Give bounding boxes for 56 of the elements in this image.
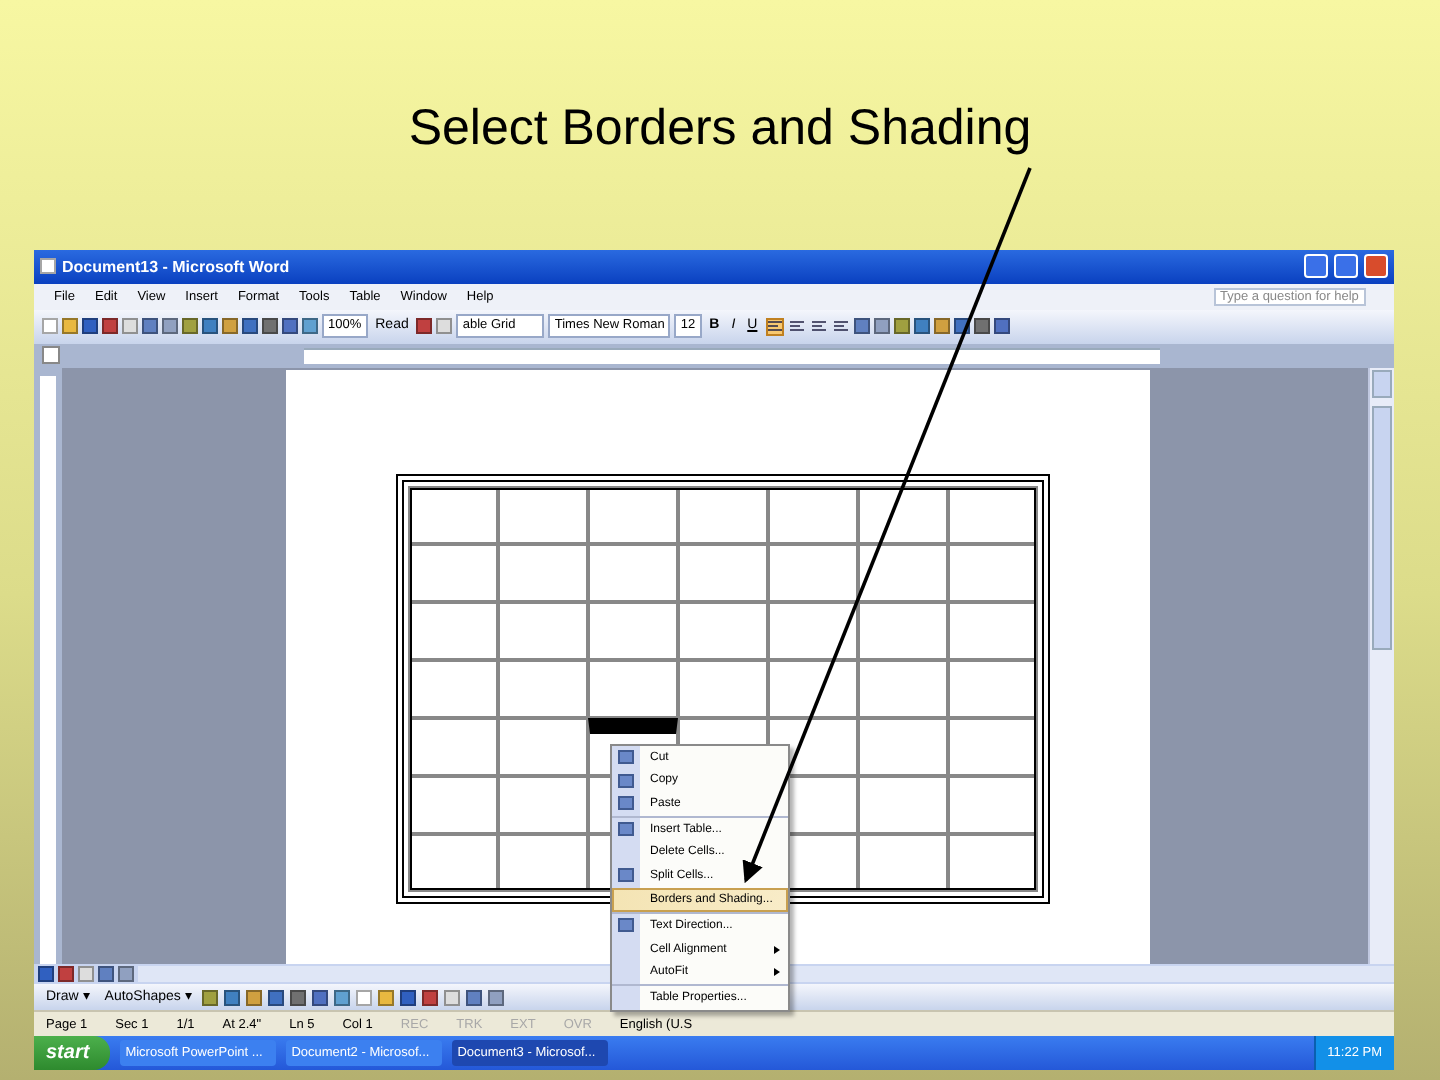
align-button[interactable] [809, 317, 828, 336]
table-cell[interactable] [408, 659, 498, 718]
menu-icon [618, 868, 634, 883]
window-title: Document13 - Microsoft Word [62, 257, 290, 276]
submenu-arrow-icon [774, 945, 780, 954]
table-cell[interactable] [678, 601, 768, 660]
table-cell[interactable] [498, 601, 588, 660]
align-button[interactable] [787, 317, 806, 336]
table-cell[interactable] [588, 543, 678, 602]
table-cell[interactable] [948, 543, 1038, 602]
table-cell[interactable] [768, 601, 858, 660]
table-cell[interactable] [408, 543, 498, 602]
table-cell[interactable] [858, 543, 948, 602]
table-cell[interactable] [948, 775, 1038, 834]
table-cell[interactable] [948, 833, 1038, 892]
table-cell[interactable] [948, 659, 1038, 718]
table-cell[interactable] [498, 659, 588, 718]
table-cell[interactable] [858, 485, 948, 544]
table-cell[interactable] [408, 485, 498, 544]
table-cell[interactable] [858, 717, 948, 776]
table-cell[interactable] [948, 601, 1038, 660]
table-cell[interactable] [588, 485, 678, 544]
table-cell[interactable] [408, 601, 498, 660]
table-cell[interactable] [858, 833, 948, 892]
table-cell[interactable] [498, 833, 588, 892]
table-cell[interactable] [408, 775, 498, 834]
table-cell[interactable] [498, 485, 588, 544]
table-cell[interactable] [678, 659, 768, 718]
align-button[interactable] [831, 317, 850, 336]
table-cell[interactable] [768, 659, 858, 718]
table-cell[interactable] [858, 659, 948, 718]
table-cell[interactable] [498, 717, 588, 776]
table-cell[interactable] [498, 775, 588, 834]
submenu-arrow-icon [774, 968, 780, 977]
close-button[interactable] [1364, 254, 1388, 279]
table-cell[interactable] [498, 543, 588, 602]
table-cell[interactable] [768, 485, 858, 544]
vertical-scrollbar[interactable] [1368, 367, 1394, 965]
menu-icon [618, 918, 634, 933]
slide-title: Select Borders and Shading [408, 100, 1032, 158]
table-cell[interactable] [408, 833, 498, 892]
table-cell[interactable] [678, 485, 768, 544]
align-button[interactable] [765, 317, 784, 336]
table-cell[interactable] [948, 717, 1038, 776]
table-cell[interactable] [858, 775, 948, 834]
table-cell[interactable] [588, 659, 678, 718]
table-cell[interactable] [408, 717, 498, 776]
table-cell[interactable] [948, 485, 1038, 544]
maximize-button[interactable] [1334, 254, 1358, 279]
table-cell[interactable] [588, 601, 678, 660]
document-icon [40, 258, 56, 275]
table-cell[interactable] [768, 543, 858, 602]
table-cell[interactable] [858, 601, 948, 660]
tab-selector[interactable] [42, 346, 60, 365]
table-cell[interactable] [678, 543, 768, 602]
minimize-button[interactable] [1304, 254, 1328, 279]
